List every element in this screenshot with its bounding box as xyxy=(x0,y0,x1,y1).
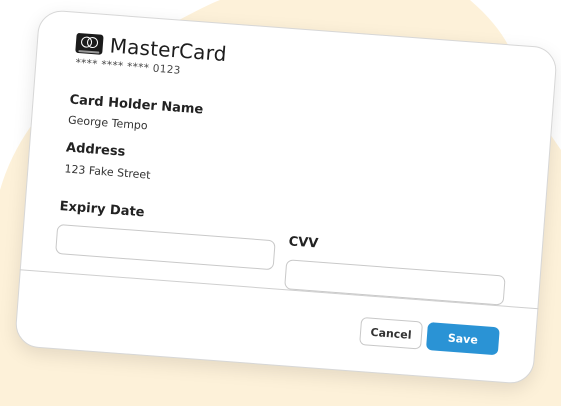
address-value: 123 Fake Street xyxy=(64,162,151,182)
mastercard-logo-icon xyxy=(75,32,104,55)
cancel-button[interactable]: Cancel xyxy=(359,316,424,350)
payment-card-form: MasterCard **** **** **** 0123 Card Hold… xyxy=(14,8,558,386)
cvv-label: CVV xyxy=(288,234,319,252)
expiry-date-input[interactable] xyxy=(55,223,276,271)
card-holder-label: Card Holder Name xyxy=(69,92,204,118)
card-holder-value: George Tempo xyxy=(67,113,149,133)
address-label: Address xyxy=(65,140,126,160)
cvv-input[interactable] xyxy=(284,259,506,306)
expiry-date-label: Expiry Date xyxy=(59,199,146,221)
canvas: MasterCard **** **** **** 0123 Card Hold… xyxy=(0,0,561,406)
save-button[interactable]: Save xyxy=(425,322,500,356)
